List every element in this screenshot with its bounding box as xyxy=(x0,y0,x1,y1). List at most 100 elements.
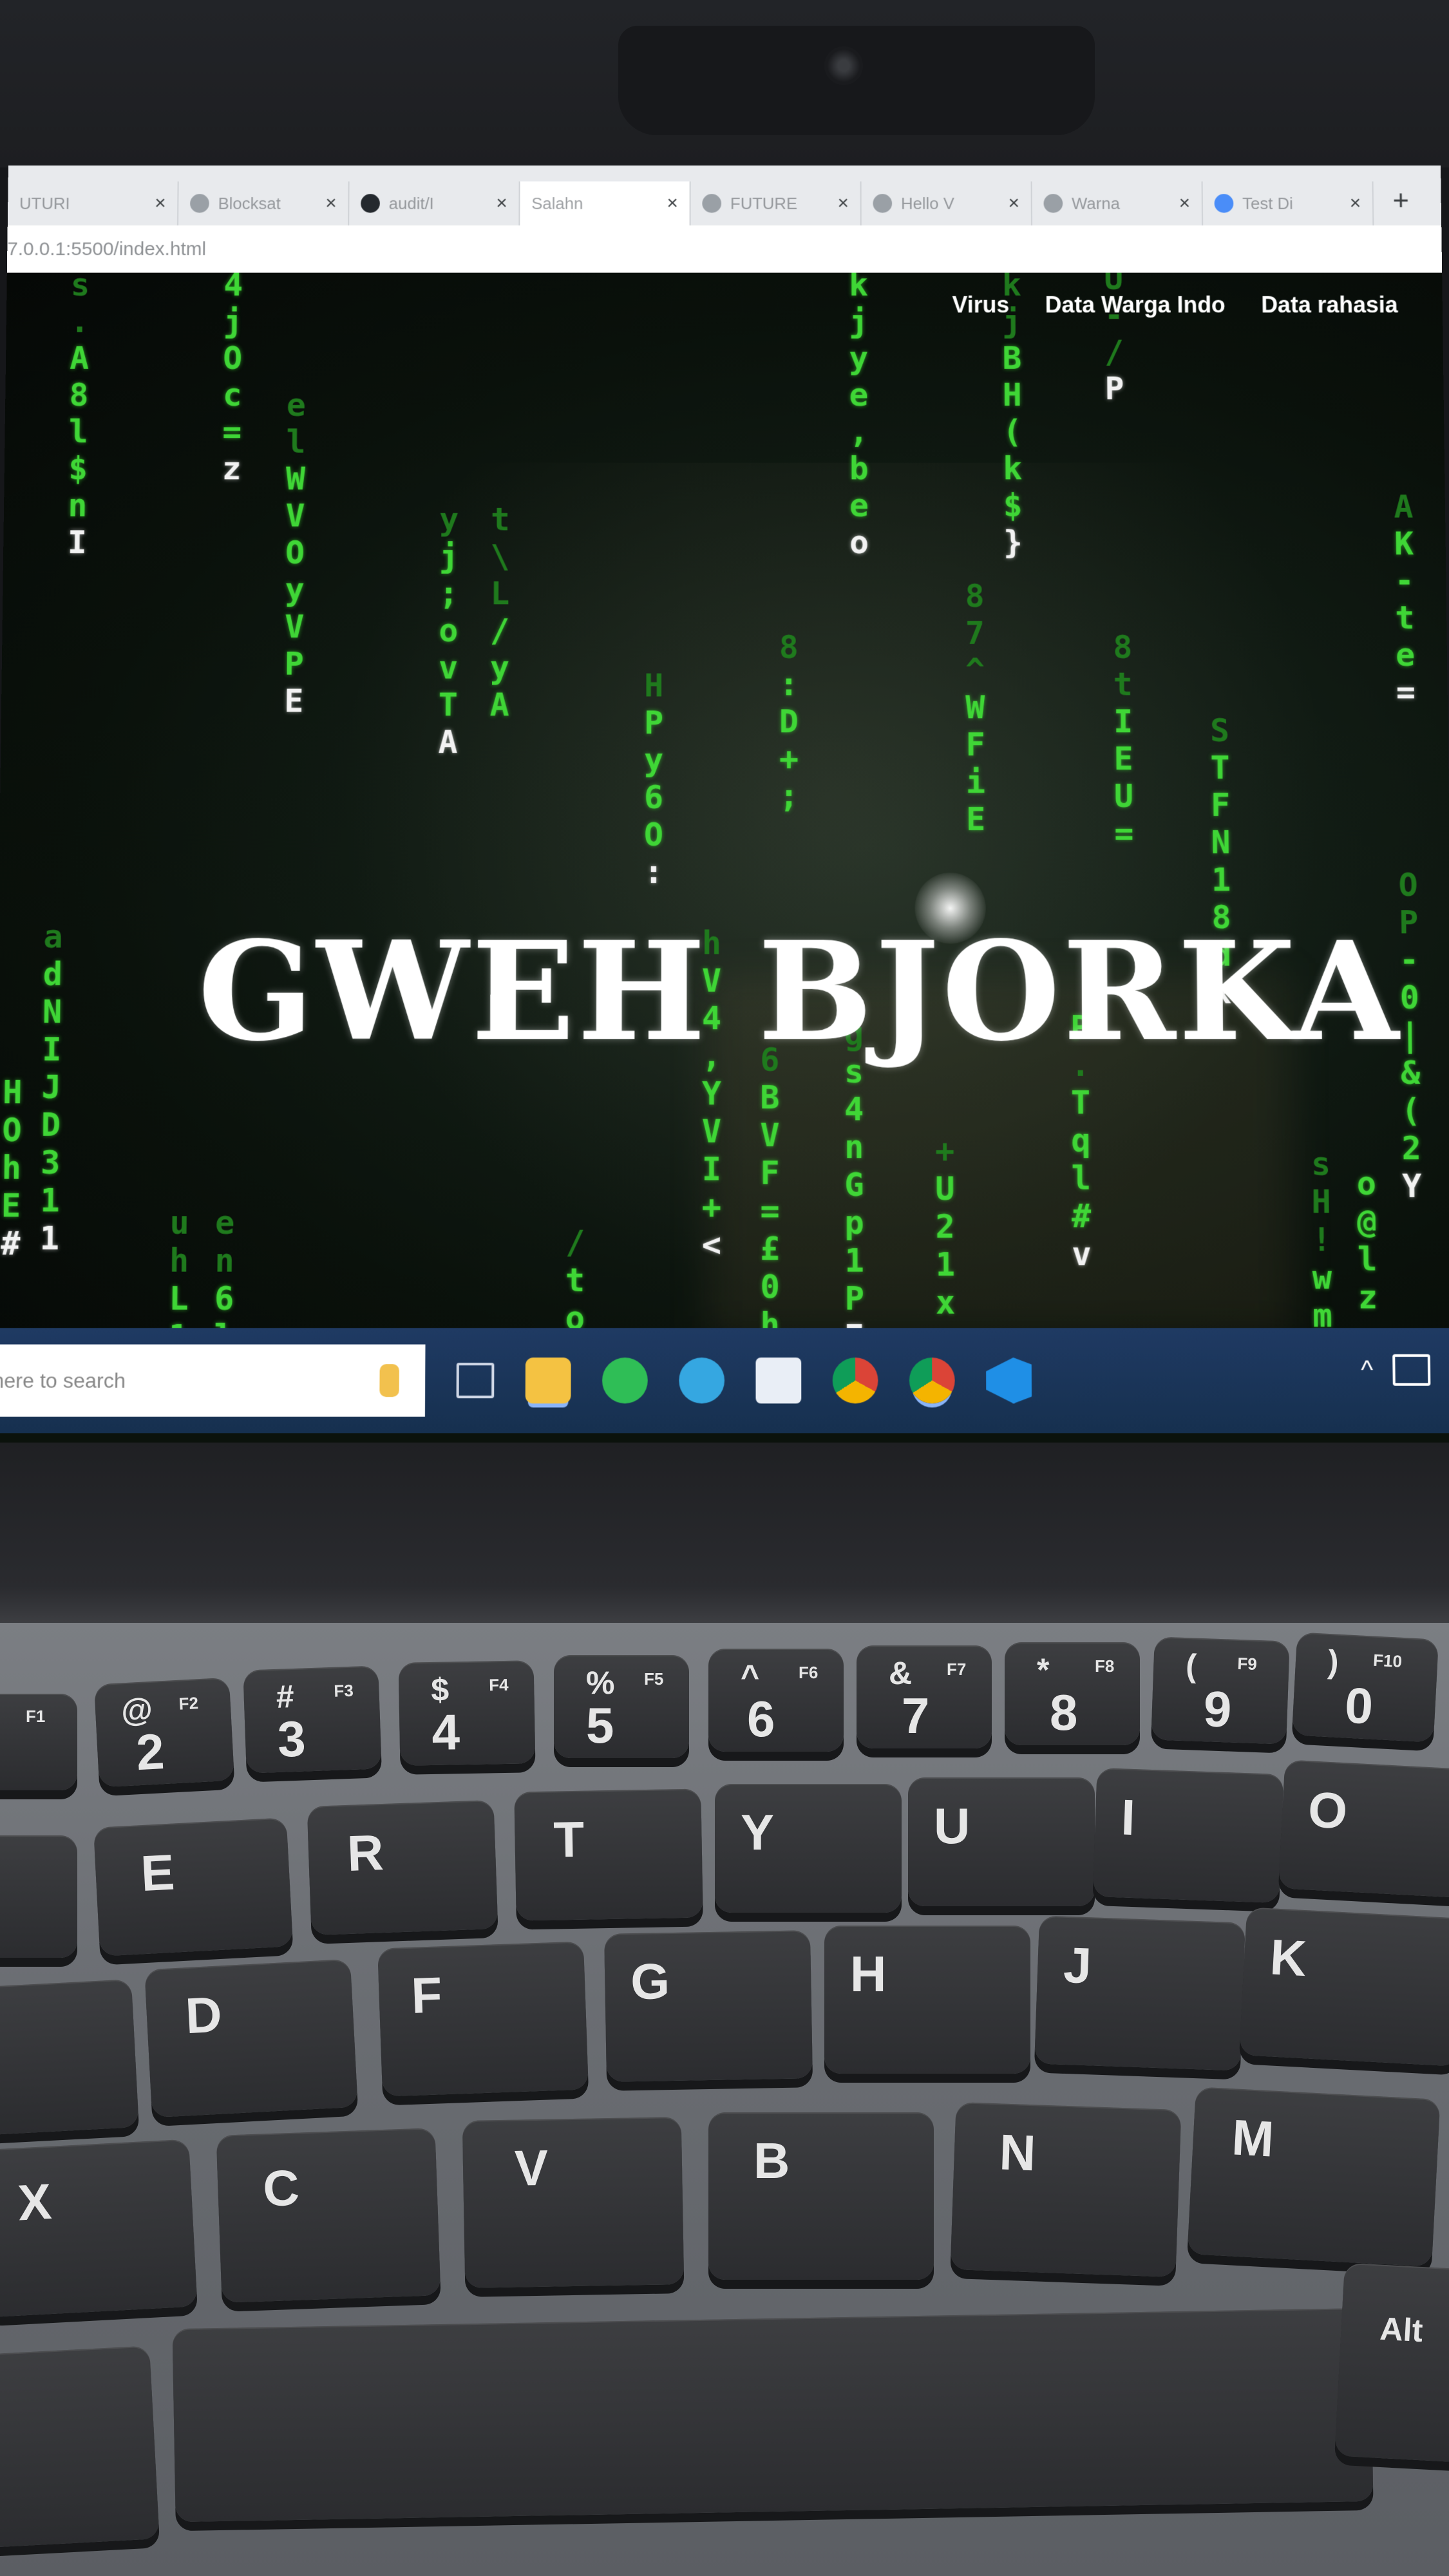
key-main-label: 9 xyxy=(1202,1680,1233,1738)
key-main-label: 8 xyxy=(1050,1684,1078,1741)
webcam-icon xyxy=(824,46,863,85)
key-w[interactable] xyxy=(0,1835,77,1958)
key-y[interactable]: Y xyxy=(715,1784,902,1913)
chevron-up-icon[interactable]: ^ xyxy=(1361,1355,1374,1385)
key-j[interactable]: J xyxy=(1034,1915,1245,2071)
key-b[interactable]: B xyxy=(708,2112,934,2280)
key-o[interactable]: O xyxy=(1278,1759,1449,1899)
key-s[interactable] xyxy=(0,1979,139,2136)
tab-label: Test Di xyxy=(1242,193,1293,213)
key-main-label: 4 xyxy=(431,1703,460,1761)
key-n[interactable]: N xyxy=(950,2101,1182,2278)
whatsapp-icon[interactable] xyxy=(601,1357,648,1404)
close-icon[interactable]: × xyxy=(667,193,677,214)
key-4[interactable]: $ F4 4 xyxy=(398,1660,536,1766)
key-e[interactable]: E xyxy=(93,1817,294,1956)
nav-link-data-rahasia[interactable]: Data rahasia xyxy=(1261,292,1398,318)
new-tab-button[interactable]: + xyxy=(1392,185,1409,216)
key-main-label: 3 xyxy=(276,1710,307,1768)
matrix-column: adNIJD311 xyxy=(39,918,64,1258)
edge-icon xyxy=(1214,194,1234,213)
discord-icon[interactable] xyxy=(755,1357,802,1404)
key-8[interactable]: * F8 8 xyxy=(1005,1642,1140,1745)
url-text: 7.0.0.1:5500/index.html xyxy=(7,238,207,260)
browser-tab-bar: UTURI × Blocksat × audit/I × Salahn × FU… xyxy=(7,166,1442,226)
tab-warna[interactable]: Warna × xyxy=(1032,181,1204,226)
key-fn-label: F10 xyxy=(1372,1650,1403,1671)
tab-future[interactable]: FUTURE × xyxy=(690,181,862,226)
key-main-label: D xyxy=(184,1985,223,2045)
key-0[interactable]: ) F10 0 xyxy=(1291,1632,1439,1743)
nav-link-data-warga-indo[interactable]: Data Warga Indo xyxy=(1045,292,1226,318)
tab-hello[interactable]: Hello V × xyxy=(861,181,1032,226)
key-main-label: F xyxy=(410,1966,443,2024)
task-view-icon[interactable] xyxy=(456,1363,495,1399)
web-page: s. A 8 l $ n I 4 j Oc = z elWVOyVPE y j; o v T A t \ L / y A… xyxy=(0,272,1449,1329)
key-space[interactable] xyxy=(172,2307,1374,2523)
close-icon[interactable]: × xyxy=(1179,193,1191,214)
chrome-profile-icon[interactable] xyxy=(909,1357,955,1404)
address-bar[interactable]: 7.0.0.1:5500/index.html xyxy=(6,225,1443,274)
tab-uturi[interactable]: UTURI × xyxy=(7,181,179,226)
key-1[interactable]: F1 xyxy=(0,1694,77,1790)
hero-title: GWEH BJORKA xyxy=(197,911,1403,1072)
key-alt[interactable]: Alt xyxy=(1334,2262,1449,2465)
close-icon[interactable]: × xyxy=(838,193,849,214)
key-5[interactable]: % F5 5 xyxy=(554,1655,689,1758)
taskbar-search-input[interactable]: here to search xyxy=(0,1344,426,1417)
keyboard-deck: F1 @ F2 2 # F3 3 $ F4 4 % F5 5 ^ F6 6 & xyxy=(0,1623,1449,2576)
key-fn-label: F7 xyxy=(947,1660,967,1679)
notification-icon[interactable] xyxy=(1392,1354,1431,1386)
tab-salahn[interactable]: Salahn × xyxy=(520,181,691,226)
key-g[interactable]: G xyxy=(604,1930,813,2082)
matrix-column: y j; o v T A xyxy=(438,500,459,761)
key-c[interactable]: C xyxy=(216,2128,441,2303)
key-d[interactable]: D xyxy=(144,1958,358,2118)
key-fn-label: F1 xyxy=(26,1707,46,1726)
close-icon[interactable]: × xyxy=(1350,193,1361,214)
github-icon xyxy=(361,194,380,213)
telegram-icon[interactable] xyxy=(679,1357,724,1404)
key-main-label: R xyxy=(346,1824,385,1882)
key-sym-label: * xyxy=(1037,1652,1050,1688)
key-r[interactable]: R xyxy=(307,1800,498,1935)
close-icon[interactable]: × xyxy=(155,193,166,214)
matrix-column: H Oh E # xyxy=(0,1073,23,1263)
key-fn-label: F5 xyxy=(644,1669,664,1689)
key-sym-label: ( xyxy=(1185,1647,1197,1684)
key-main-label: H xyxy=(850,1946,887,2002)
nav-link-virus[interactable]: Virus xyxy=(952,292,1009,318)
key-f[interactable]: F xyxy=(377,1941,589,2097)
key-t[interactable]: T xyxy=(514,1788,703,1921)
key-main-label: U xyxy=(934,1797,971,1854)
key-m[interactable]: M xyxy=(1187,2087,1441,2267)
close-icon[interactable]: × xyxy=(496,193,507,214)
key-main-label: O xyxy=(1307,1781,1349,1840)
key-2[interactable]: @ F2 2 xyxy=(93,1677,235,1788)
key-3[interactable]: # F3 3 xyxy=(243,1665,382,1774)
key-x[interactable]: X xyxy=(0,2139,198,2318)
key-left-modifier[interactable] xyxy=(0,2345,160,2549)
key-main-label: Y xyxy=(741,1804,775,1861)
matrix-column: 8: D +; xyxy=(779,629,799,815)
tab-blocksat[interactable]: Blocksat × xyxy=(178,181,350,226)
key-h[interactable]: H xyxy=(824,1926,1030,2074)
key-u[interactable]: U xyxy=(908,1777,1095,1906)
globe-icon xyxy=(873,194,893,213)
globe-icon xyxy=(189,194,209,213)
vscode-icon[interactable] xyxy=(986,1358,1032,1403)
key-i[interactable]: I xyxy=(1092,1768,1284,1903)
key-k[interactable]: K xyxy=(1239,1907,1449,2067)
matrix-column: A K - t e = xyxy=(1394,488,1416,711)
key-v[interactable]: V xyxy=(462,2117,685,2288)
file-explorer-icon[interactable] xyxy=(525,1357,571,1404)
tab-audit[interactable]: audit/I × xyxy=(349,181,520,226)
key-6[interactable]: ^ F6 6 xyxy=(708,1649,844,1752)
tab-test[interactable]: Test Di × xyxy=(1202,181,1374,226)
key-7[interactable]: & F7 7 xyxy=(857,1645,992,1748)
close-icon[interactable]: × xyxy=(325,193,337,214)
tab-label: audit/I xyxy=(388,193,434,213)
chrome-icon[interactable] xyxy=(832,1357,878,1404)
key-9[interactable]: ( F9 9 xyxy=(1151,1636,1290,1745)
close-icon[interactable]: × xyxy=(1009,193,1020,214)
